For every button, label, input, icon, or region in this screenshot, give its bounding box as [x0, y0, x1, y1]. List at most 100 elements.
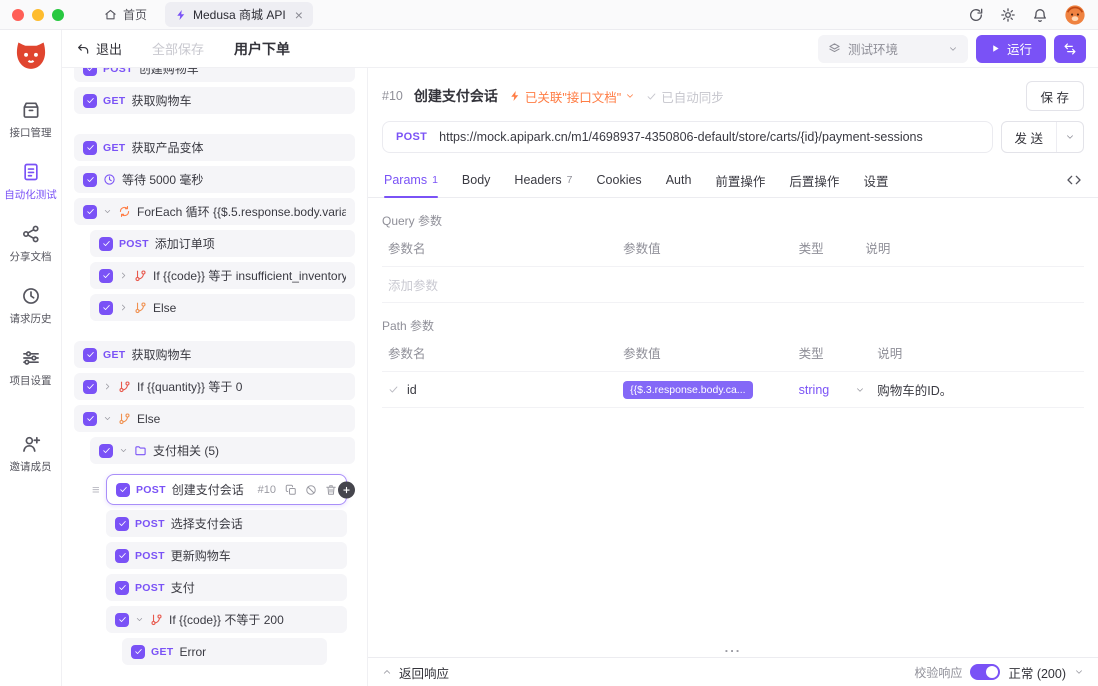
step-enabled-checkbox[interactable] [115, 581, 129, 595]
tab-body[interactable]: Body [462, 163, 491, 197]
run-options-button[interactable] [1054, 35, 1086, 63]
drag-handle[interactable]: ≡ [92, 482, 100, 497]
minimize-window-button[interactable] [32, 9, 44, 21]
test-step-row[interactable]: If {{quantity}} 等于 0 [74, 373, 355, 400]
step-enabled-checkbox[interactable] [83, 173, 97, 187]
test-step-row[interactable]: If {{code}} 等于 insufficient_inventory [90, 262, 355, 289]
exit-button[interactable]: 退出 [76, 39, 122, 58]
send-options-caret[interactable] [1056, 122, 1083, 152]
rail-item-share-docs[interactable]: 分享文档 [10, 224, 52, 264]
step-enabled-checkbox[interactable] [115, 613, 129, 627]
run-button[interactable]: 运行 [976, 35, 1046, 63]
test-step-row[interactable]: 等待 5000 毫秒 [74, 166, 355, 193]
step-enabled-checkbox[interactable] [99, 269, 113, 283]
collapse-icon[interactable] [135, 615, 144, 624]
rail-item-invite-members[interactable]: 邀请成员 [10, 434, 52, 474]
add-step-button[interactable] [338, 481, 355, 498]
step-enabled-checkbox[interactable] [131, 645, 145, 659]
step-enabled-checkbox[interactable] [83, 68, 97, 76]
test-step-row-selected[interactable]: ≡ POST 创建支付会话 #10 [106, 474, 347, 505]
url-input[interactable]: POST https://mock.apipark.cn/m1/4698937-… [382, 121, 993, 153]
linked-doc-link[interactable]: 已关联"接口文档" [509, 87, 635, 106]
expand-icon[interactable] [119, 271, 128, 280]
expected-status[interactable]: 正常 (200) [1008, 663, 1066, 682]
gear-icon[interactable] [1000, 7, 1016, 23]
test-step-row[interactable]: If {{code}} 不等于 200 [106, 606, 347, 633]
refresh-icon[interactable] [968, 7, 984, 23]
expand-icon[interactable] [119, 303, 128, 312]
response-resize-handle[interactable]: ... [368, 643, 1098, 657]
collapse-icon[interactable] [103, 414, 112, 423]
step-enabled-checkbox[interactable] [83, 348, 97, 362]
tab-settings[interactable]: 设置 [863, 163, 888, 197]
test-step-row[interactable]: GET 获取购物车 [74, 341, 355, 368]
environment-select[interactable]: 测试环境 [818, 35, 968, 63]
param-type-select[interactable]: string [799, 383, 866, 397]
rail-item-request-history[interactable]: 请求历史 [10, 286, 52, 326]
test-step-row[interactable]: POST 支付 [106, 574, 347, 601]
avatar[interactable] [1064, 4, 1086, 26]
empty-cell[interactable] [617, 267, 793, 303]
copy-icon[interactable] [285, 484, 297, 496]
collapse-icon[interactable] [119, 446, 128, 455]
close-tab-icon[interactable]: × [295, 8, 303, 22]
test-step-row[interactable]: GET Error [122, 638, 327, 665]
test-step-row[interactable]: POST 选择支付会话 [106, 510, 347, 537]
rail-item-api-management[interactable]: 接口管理 [10, 100, 52, 140]
tab-pre-operations[interactable]: 前置操作 [715, 163, 765, 197]
empty-cell[interactable] [859, 267, 1084, 303]
test-step-row[interactable]: GET 获取购物车 [74, 87, 355, 114]
save-all-button[interactable]: 全部保存 [152, 39, 204, 58]
rail-item-project-settings[interactable]: 项目设置 [10, 348, 52, 388]
tab-project[interactable]: Medusa 商城 API × [165, 2, 313, 27]
tab-auth[interactable]: Auth [666, 163, 692, 197]
expand-icon[interactable] [103, 382, 112, 391]
test-step-row[interactable]: Else [74, 405, 355, 432]
step-enabled-checkbox[interactable] [115, 517, 129, 531]
path-params-title: Path 参数 [382, 317, 1084, 334]
test-step-row[interactable]: GET 获取产品变体 [74, 134, 355, 161]
step-enabled-checkbox[interactable] [99, 301, 113, 315]
close-window-button[interactable] [12, 9, 24, 21]
delete-icon[interactable] [325, 484, 337, 496]
step-enabled-checkbox[interactable] [83, 412, 97, 426]
response-collapse-toggle[interactable]: 返回响应 [382, 663, 449, 682]
step-enabled-checkbox[interactable] [83, 205, 97, 219]
step-enabled-checkbox[interactable] [83, 380, 97, 394]
step-enabled-checkbox[interactable] [116, 483, 130, 497]
test-step-row[interactable]: POST 创建购物车 [74, 68, 355, 82]
step-enabled-checkbox[interactable] [83, 141, 97, 155]
param-name[interactable]: id [407, 383, 417, 397]
tab-params[interactable]: Params 1 [384, 163, 438, 197]
test-step-row[interactable]: POST 更新购物车 [106, 542, 347, 569]
empty-cell[interactable] [793, 267, 860, 303]
test-step-row[interactable]: ForEach 循环 {{$.5.response.body.variants[ [74, 198, 355, 225]
step-enabled-checkbox[interactable] [83, 94, 97, 108]
app-logo[interactable] [13, 38, 49, 74]
tab-headers[interactable]: Headers 7 [514, 163, 572, 197]
tab-home[interactable]: 首页 [94, 2, 157, 27]
validate-response-toggle[interactable] [970, 664, 1000, 680]
step-label: 选择支付会话 [171, 515, 243, 532]
save-button[interactable]: 保 存 [1026, 81, 1084, 111]
test-step-row[interactable]: 支付相关 (5) [90, 437, 355, 464]
zoom-window-button[interactable] [52, 9, 64, 21]
tab-cookies[interactable]: Cookies [597, 163, 642, 197]
bell-icon[interactable] [1032, 7, 1048, 23]
param-desc[interactable]: 购物车的ID。 [871, 372, 1084, 408]
step-enabled-checkbox[interactable] [99, 237, 113, 251]
collapse-icon[interactable] [103, 207, 112, 216]
add-param-input[interactable]: 添加参数 [382, 267, 617, 303]
send-button[interactable]: 发 送 [1001, 121, 1084, 153]
step-enabled-checkbox[interactable] [115, 549, 129, 563]
test-step-row[interactable]: Else [90, 294, 355, 321]
test-steps-tree[interactable]: POST 创建购物车 GET 获取购物车 GET 获取产品变体 [62, 68, 368, 686]
code-icon[interactable] [1066, 172, 1082, 188]
rail-item-automated-testing[interactable]: 自动化测试 [4, 162, 57, 202]
response-footer: 返回响应 校验响应 正常 (200) [368, 657, 1098, 686]
test-step-row[interactable]: POST 添加订单项 [90, 230, 355, 257]
disable-icon[interactable] [305, 484, 317, 496]
param-value-chip[interactable]: {{$.3.response.body.ca... [623, 381, 752, 399]
step-enabled-checkbox[interactable] [99, 444, 113, 458]
tab-post-operations[interactable]: 后置操作 [789, 163, 839, 197]
